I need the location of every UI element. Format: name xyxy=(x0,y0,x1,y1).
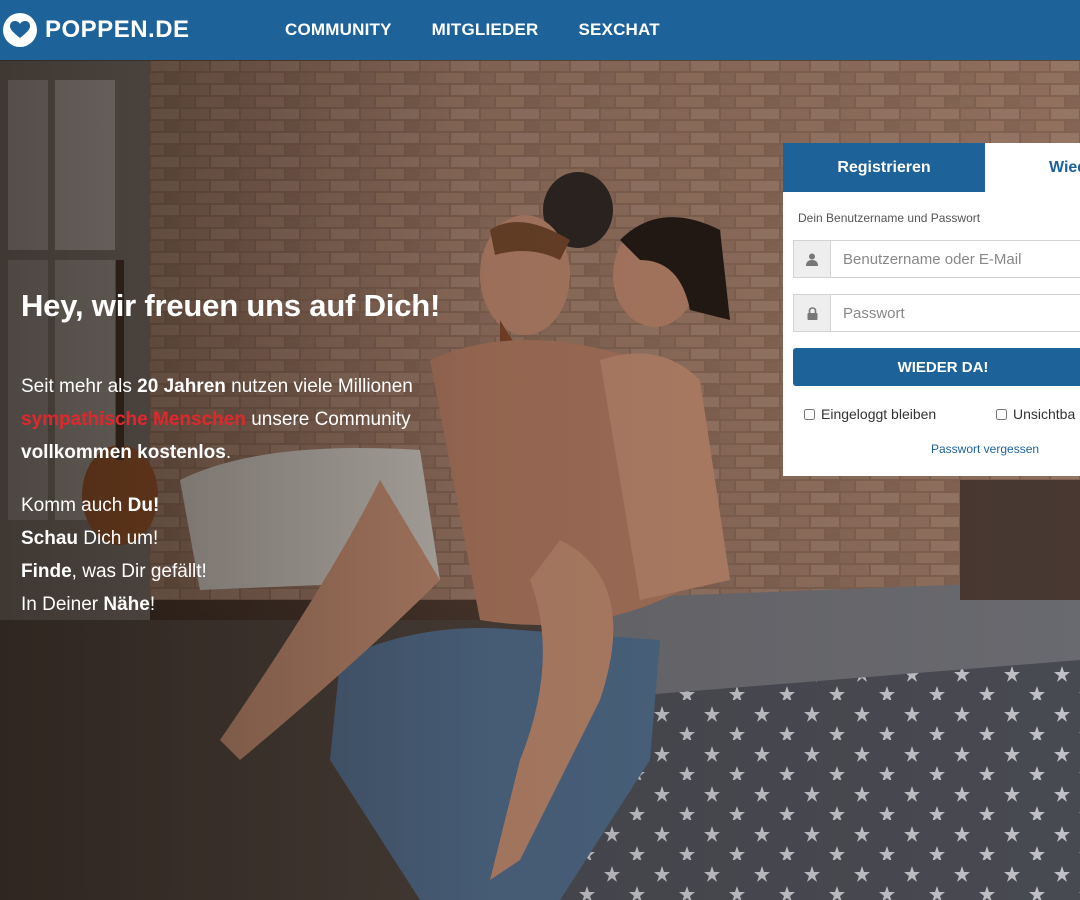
line-bold: Finde xyxy=(21,561,72,582)
user-icon xyxy=(794,241,831,277)
tab-registrieren[interactable]: Registrieren xyxy=(783,143,985,192)
invisible-label: Unsichtba xyxy=(1013,406,1076,422)
hero-intro: Seit mehr als 20 Jahren nutzen viele Mil… xyxy=(21,370,461,469)
hero-headline: Hey, wir freuen uns auf Dich! xyxy=(21,288,441,323)
hero-line: In Deiner Nähe! xyxy=(21,588,461,621)
intro-text-4: . xyxy=(225,442,232,463)
main-nav: COMMUNITY MITGLIEDER SEXCHAT xyxy=(285,0,660,60)
line-bold: Du! xyxy=(127,495,160,516)
intro-highlight-red: sympathische Menschen xyxy=(21,409,246,430)
logo-text: POPPEN.DE xyxy=(45,16,190,43)
intro-text-1: Seit mehr als xyxy=(21,376,138,397)
nav-sexchat[interactable]: SEXCHAT xyxy=(578,20,659,40)
credentials-label: Dein Benutzername und Passwort xyxy=(798,211,981,225)
hero-line: Schau Dich um! xyxy=(21,522,461,555)
intro-text-3: unsere Community xyxy=(245,409,411,430)
lock-icon xyxy=(794,295,831,331)
invisible-option[interactable]: Unsichtba xyxy=(996,406,1075,422)
hero-line: Finde, was Dir gefällt! xyxy=(21,555,461,588)
intro-bold-free: vollkommen kostenlos xyxy=(21,442,226,463)
heart-logo-icon xyxy=(3,13,37,47)
login-panel: Registrieren Wied Dein Benutzername und … xyxy=(783,143,1080,476)
tab-wieder-da[interactable]: Wied xyxy=(985,143,1080,192)
line-text: , was Dir gefällt! xyxy=(71,561,207,582)
login-submit-button[interactable]: WIEDER DA! xyxy=(793,348,1080,386)
hero-copy: Hey, wir freuen uns auf Dich! Seit mehr … xyxy=(21,288,461,621)
line-bold: Nähe xyxy=(103,594,150,615)
hero-line: Komm auch Du! xyxy=(21,489,461,522)
line-text: ! xyxy=(149,594,156,615)
logo-link[interactable]: POPPEN.DE xyxy=(3,11,190,49)
line-text: Komm auch xyxy=(21,495,128,516)
username-field xyxy=(793,240,1080,278)
nav-mitglieder[interactable]: MITGLIEDER xyxy=(432,20,539,40)
top-navigation-bar: POPPEN.DE COMMUNITY MITGLIEDER SEXCHAT xyxy=(0,0,1080,60)
remember-me-checkbox[interactable] xyxy=(804,408,815,420)
intro-text-2: nutzen viele Millionen xyxy=(225,376,413,397)
remember-me-label: Eingeloggt bleiben xyxy=(821,406,937,422)
forgot-password-link[interactable]: Passwort vergessen xyxy=(931,442,1039,456)
username-input[interactable] xyxy=(831,241,1080,277)
password-input[interactable] xyxy=(831,295,1080,331)
invisible-checkbox[interactable] xyxy=(996,408,1007,420)
hero-lines: Komm auch Du! Schau Dich um! Finde, was … xyxy=(21,489,461,621)
intro-bold-years: 20 Jahren xyxy=(137,376,226,397)
line-bold: Schau xyxy=(21,528,79,549)
line-text: In Deiner xyxy=(21,594,104,615)
line-text: Dich um! xyxy=(78,528,159,549)
nav-community[interactable]: COMMUNITY xyxy=(285,20,392,40)
password-field xyxy=(793,294,1080,332)
panel-tabs: Registrieren Wied xyxy=(783,143,1080,192)
remember-me-option[interactable]: Eingeloggt bleiben xyxy=(804,406,936,422)
